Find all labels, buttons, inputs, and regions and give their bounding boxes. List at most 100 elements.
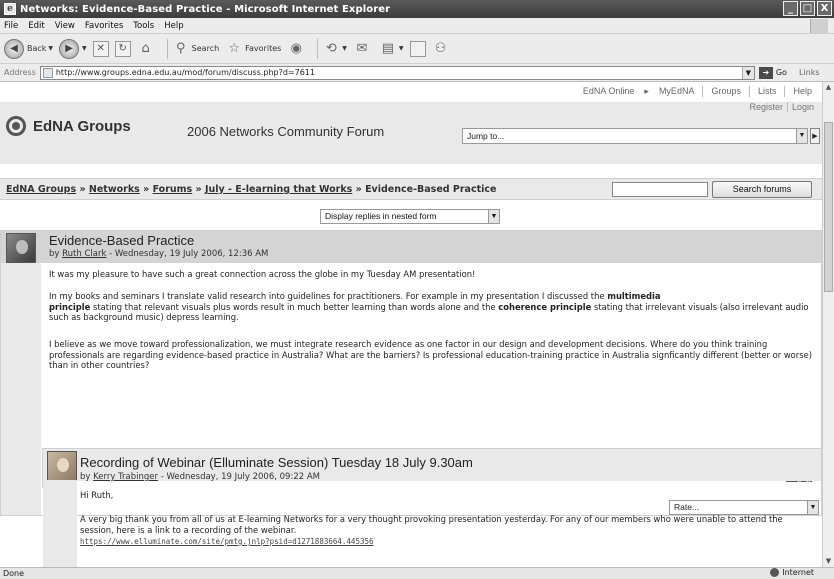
- breadcrumb-networks[interactable]: Networks: [89, 184, 140, 195]
- login-link[interactable]: Login: [788, 102, 818, 112]
- chevron-down-icon: ▼: [796, 128, 808, 144]
- webinar-recording-link[interactable]: https://www.elluminate.com/site/pmtg.jnl…: [80, 537, 374, 546]
- post-paragraph: In my books and seminars I translate val…: [49, 291, 809, 322]
- search-forums-button[interactable]: Search forums: [712, 181, 812, 198]
- breadcrumb-separator: »: [143, 184, 150, 195]
- auth-links: Register Login: [745, 102, 818, 112]
- jump-go-button[interactable]: ▶: [810, 128, 820, 144]
- nav-groups[interactable]: Groups: [703, 86, 750, 97]
- menu-view[interactable]: View: [55, 21, 75, 31]
- nav-edna-online[interactable]: EdNA Online: [575, 86, 643, 97]
- post-author-link[interactable]: Ruth Clark: [62, 249, 106, 259]
- go-button[interactable]: ➔ Go: [758, 66, 787, 79]
- web-page: EdNA Online ▸ MyEdNA Groups Lists Help E…: [0, 82, 822, 567]
- logo-text: EdNA Groups: [33, 117, 131, 135]
- menu-edit[interactable]: Edit: [28, 21, 44, 31]
- breadcrumb-separator: »: [195, 184, 202, 195]
- breadcrumb-current: Evidence-Based Practice: [365, 184, 497, 195]
- post-subject: Recording of Webinar (Elluminate Session…: [80, 455, 473, 470]
- stop-icon: ✕: [92, 40, 109, 57]
- menu-bar: File Edit View Favorites Tools Help: [0, 18, 834, 34]
- forum-title: 2006 Networks Community Forum: [187, 124, 385, 139]
- post-side-column: [1, 263, 41, 515]
- scroll-up-icon[interactable]: ▲: [823, 82, 834, 93]
- post-author-link[interactable]: Kerry Trabinger: [93, 472, 158, 482]
- messenger-icon: ⚇: [434, 41, 447, 56]
- avatar[interactable]: [6, 233, 36, 263]
- status-text: Done: [3, 569, 25, 578]
- window-controls: _ □ X: [783, 1, 832, 16]
- refresh-icon: ↻: [114, 40, 131, 57]
- messenger-button[interactable]: ⚇: [432, 40, 452, 58]
- mail-icon: ✉: [356, 41, 368, 56]
- post-greeting: Hi Ruth,: [80, 490, 114, 500]
- print-icon: ▤: [381, 41, 395, 56]
- breadcrumb-separator: »: [79, 184, 86, 195]
- breadcrumb: EdNA Groups » Networks » Forums » July -…: [6, 184, 496, 195]
- rate-select[interactable]: Rate... ▼: [669, 500, 819, 515]
- edna-logo-icon: [6, 116, 26, 136]
- display-mode-select[interactable]: Display replies in nested form ▼: [320, 209, 500, 224]
- breadcrumb-forums[interactable]: Forums: [153, 184, 193, 195]
- address-url: http://www.groups.edna.edu.au/mod/forum/…: [55, 68, 315, 77]
- post-paragraph: I believe as we move toward professional…: [49, 339, 813, 370]
- menu-favorites[interactable]: Favorites: [85, 21, 123, 31]
- history-button[interactable]: ⟲ ▼: [322, 40, 347, 58]
- nav-myedna[interactable]: MyEdNA: [651, 86, 704, 97]
- address-label: Address: [4, 68, 36, 77]
- breadcrumb-edna-groups[interactable]: EdNA Groups: [6, 184, 76, 195]
- window-title: Networks: Evidence-Based Practice - Micr…: [20, 3, 391, 15]
- close-button[interactable]: X: [817, 1, 832, 16]
- jump-to-select[interactable]: Jump to... ▼: [462, 128, 808, 144]
- history-icon: ⟲: [325, 41, 337, 56]
- ie-logo-icon: e: [4, 3, 16, 15]
- address-bar: Address http://www.groups.edna.edu.au/mo…: [0, 64, 834, 82]
- edit-button[interactable]: [409, 40, 426, 57]
- address-input[interactable]: http://www.groups.edna.edu.au/mod/forum/…: [39, 65, 755, 80]
- star-icon: ☆: [228, 41, 240, 56]
- search-button[interactable]: ⚲ Search: [172, 40, 219, 58]
- chevron-down-icon[interactable]: ▼: [741, 66, 754, 79]
- edna-groups-logo[interactable]: EdNA Groups: [6, 116, 131, 136]
- mail-button[interactable]: ✉: [353, 40, 373, 58]
- media-button[interactable]: ◉: [287, 40, 307, 58]
- print-button[interactable]: ▤ ▼: [379, 40, 404, 58]
- stop-button[interactable]: ✕: [92, 40, 109, 57]
- nav-arrow-icon: ▸: [644, 86, 649, 96]
- byline-prefix: by: [49, 249, 60, 259]
- menu-help[interactable]: Help: [164, 21, 183, 31]
- site-top-nav: EdNA Online ▸ MyEdNA Groups Lists Help: [575, 86, 820, 97]
- post-byline: by Ruth Clark - Wednesday, 19 July 2006,…: [49, 249, 268, 259]
- maximize-button[interactable]: □: [800, 1, 815, 16]
- favorites-button[interactable]: ☆ Favorites: [225, 40, 281, 58]
- avatar[interactable]: [47, 451, 77, 481]
- scrollbar-thumb[interactable]: [824, 122, 833, 292]
- toolbar-divider: [317, 38, 319, 59]
- forward-arrow-icon: ▶: [59, 38, 80, 59]
- forward-button[interactable]: ▶ ▼: [59, 38, 87, 59]
- windows-logo-icon: [810, 19, 828, 33]
- back-button[interactable]: ◀ Back ▼: [4, 38, 53, 59]
- post-paragraph: It was my pleasure to have such a great …: [49, 269, 476, 279]
- site-header: EdNA Groups 2006 Networks Community Foru…: [0, 102, 822, 164]
- nav-lists[interactable]: Lists: [750, 86, 786, 97]
- chevron-down-icon: ▼: [488, 209, 500, 224]
- vertical-scrollbar[interactable]: ▲ ▼: [822, 82, 834, 567]
- links-button[interactable]: Links: [799, 68, 820, 77]
- scroll-down-icon[interactable]: ▼: [823, 556, 834, 567]
- breadcrumb-july[interactable]: July - E-learning that Works: [205, 184, 352, 195]
- home-button[interactable]: ⌂: [137, 40, 157, 58]
- security-zone: Internet: [770, 568, 814, 577]
- post-date: - Wednesday, 19 July 2006, 12:36 AM: [109, 249, 269, 259]
- search-forums-input[interactable]: [612, 182, 708, 197]
- menu-tools[interactable]: Tools: [133, 21, 154, 31]
- refresh-button[interactable]: ↻: [114, 40, 131, 57]
- post-paragraph: A very big thank you from all of us at E…: [80, 514, 783, 535]
- minimize-button[interactable]: _: [783, 1, 798, 16]
- search-icon: ⚲: [175, 41, 186, 56]
- menu-file[interactable]: File: [4, 21, 18, 31]
- nav-help[interactable]: Help: [785, 86, 820, 97]
- post-date: - Wednesday, 19 July 2006, 09:22 AM: [160, 472, 320, 482]
- register-link[interactable]: Register: [745, 102, 788, 112]
- status-bar: Done Internet: [0, 567, 834, 579]
